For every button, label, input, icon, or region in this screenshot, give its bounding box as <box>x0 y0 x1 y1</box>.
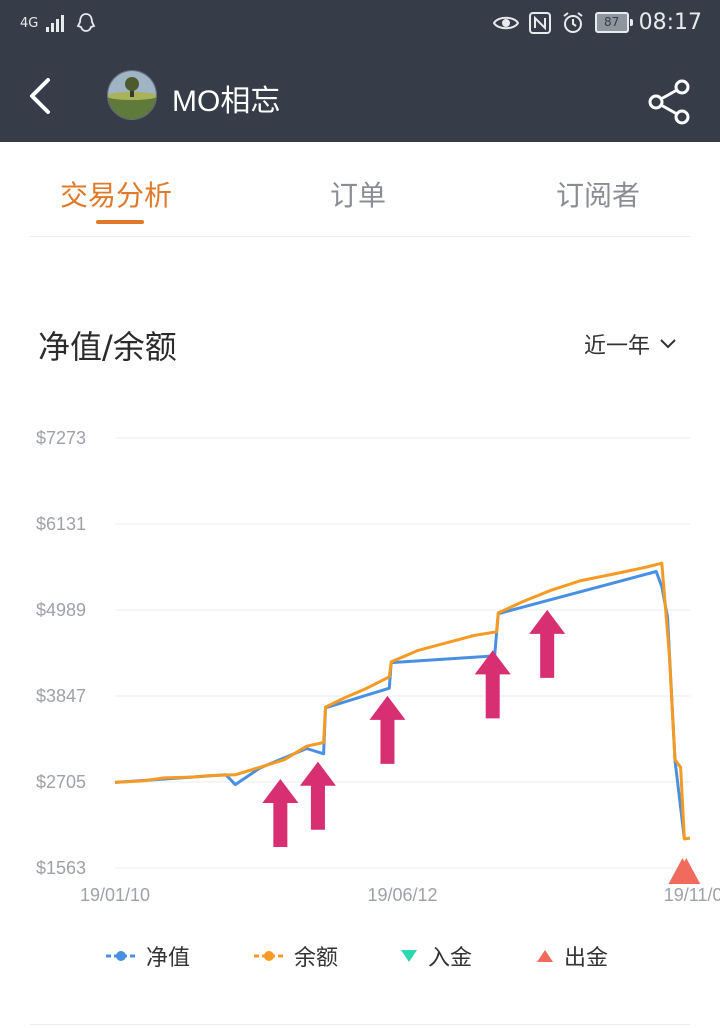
annotation-arrow <box>529 609 566 678</box>
x-tick-label: 19/01/10 <box>80 885 150 905</box>
y-tick-label: $6131 <box>36 514 86 534</box>
nav-bar: MO相忘 <box>0 50 720 142</box>
tab-bar: 交易分析 订单 订阅者 <box>0 142 720 238</box>
tab-trade-analysis[interactable]: 交易分析 <box>60 174 172 214</box>
triangle-up-icon <box>537 950 553 962</box>
balance-line <box>114 561 691 841</box>
network-indicator: 4G <box>20 15 39 31</box>
y-tick-label: $2705 <box>36 772 86 792</box>
tab-subscribers[interactable]: 订阅者 <box>556 174 640 214</box>
x-tick-label: 19/06/12 <box>367 885 437 905</box>
status-left: 4G <box>20 12 96 34</box>
tab-orders[interactable]: 订单 <box>330 174 386 214</box>
back-button[interactable] <box>22 74 62 118</box>
qq-icon <box>77 13 96 32</box>
y-tick-label: $7273 <box>36 428 86 448</box>
range-dropdown[interactable]: 近一年 <box>584 328 676 360</box>
nfc-icon <box>528 11 551 34</box>
equity-line <box>114 570 686 840</box>
legend-item-withdrawal[interactable]: 出金 <box>536 940 608 972</box>
divider <box>30 236 690 237</box>
eye-icon <box>492 16 519 29</box>
legend-item-equity[interactable]: 净值 <box>106 940 190 972</box>
y-tick-label: $4989 <box>36 600 86 620</box>
legend-item-balance[interactable]: 余额 <box>254 940 338 972</box>
legend-label: 入金 <box>428 946 473 971</box>
line-dot-icon <box>106 951 136 961</box>
equity-balance-chart: $7273 $6131 $4989 $3847 $2705 $1563 19/01/10 1… <box>36 428 720 905</box>
page-title: MO相忘 <box>172 85 281 118</box>
avatar-image <box>108 71 156 119</box>
alarm-icon <box>562 11 583 33</box>
battery-icon: 87 <box>594 12 633 33</box>
range-label: 近一年 <box>584 334 651 359</box>
y-tick-label: $3847 <box>36 686 86 706</box>
annotation-arrow <box>299 761 336 830</box>
legend-item-deposit[interactable]: 入金 <box>400 940 472 972</box>
legend-label: 余额 <box>294 946 339 971</box>
share-button[interactable] <box>646 78 694 126</box>
avatar[interactable] <box>107 70 157 120</box>
divider <box>30 1024 690 1025</box>
status-right: 87 08:17 <box>492 10 702 35</box>
chart-legend: 净值 余额 入金 出金 <box>0 936 720 976</box>
clock: 08:17 <box>638 10 702 35</box>
signal-icon <box>46 15 65 32</box>
back-arrow-icon <box>30 78 50 114</box>
active-tab-indicator <box>96 220 144 224</box>
annotation-arrow <box>369 695 406 764</box>
line-dot-icon <box>254 951 284 961</box>
annotation-arrow <box>474 650 511 719</box>
status-bar: 4G 87 08:17 <box>0 0 720 50</box>
share-icon <box>648 79 690 125</box>
legend-label: 出金 <box>564 946 609 971</box>
legend-label: 净值 <box>146 946 191 971</box>
chevron-down-icon <box>660 339 676 349</box>
annotation-arrow <box>262 778 299 847</box>
triangle-down-icon <box>401 950 417 962</box>
section-title: 净值/余额 <box>38 328 177 366</box>
y-tick-label: $1563 <box>36 858 86 878</box>
x-tick-label: 19/11/08 <box>664 885 720 905</box>
